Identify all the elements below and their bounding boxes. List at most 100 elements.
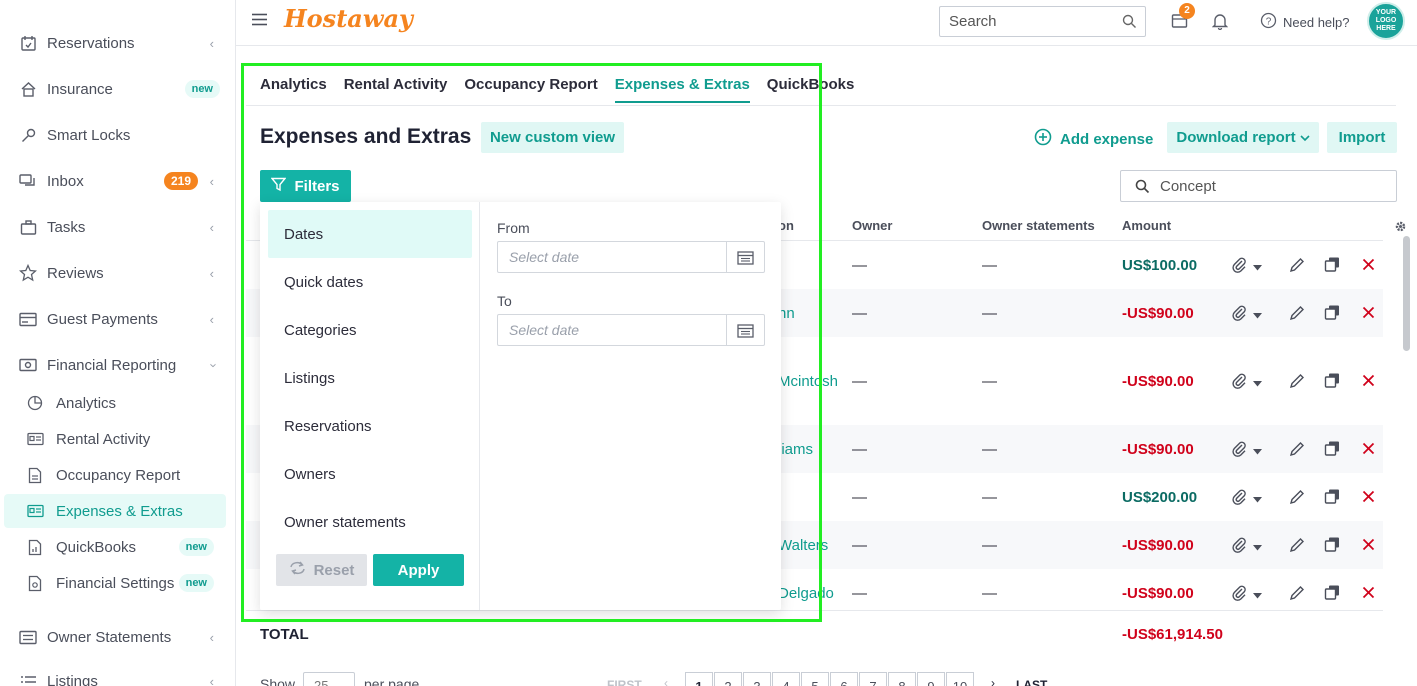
sidebar-sub-rental-activity[interactable]: Rental Activity — [4, 422, 226, 456]
pencil-icon[interactable] — [1289, 537, 1305, 556]
filters-button[interactable]: Filters — [260, 170, 351, 202]
pencil-icon[interactable] — [1289, 373, 1305, 392]
delete-x-icon[interactable] — [1362, 374, 1375, 390]
pencil-icon[interactable] — [1289, 441, 1305, 460]
add-expense-button[interactable]: Add expense — [1034, 128, 1153, 150]
caret-down-icon[interactable] — [1253, 258, 1262, 274]
delete-x-icon[interactable] — [1362, 490, 1375, 506]
help-link[interactable]: ? Need help? — [1260, 12, 1350, 32]
sidebar-item-reservations[interactable]: Reservations ‹ — [0, 20, 236, 66]
tab-expenses-extras[interactable]: Expenses & Extras — [614, 76, 750, 103]
delete-x-icon[interactable] — [1362, 306, 1375, 322]
guest-name-link[interactable]: Delgado — [778, 585, 834, 602]
to-date-input[interactable]: Select date — [497, 314, 765, 346]
sidebar-item-listings[interactable]: Listings ‹ — [0, 658, 236, 686]
sidebar-item-owner-statements[interactable]: Owner Statements ‹ — [0, 614, 236, 660]
prev-page-icon[interactable]: ‹ — [664, 676, 668, 686]
paperclip-icon[interactable] — [1231, 372, 1247, 392]
copy-icon[interactable] — [1324, 256, 1341, 276]
paperclip-icon[interactable] — [1231, 304, 1247, 324]
caret-down-icon[interactable] — [1253, 490, 1262, 506]
tab-quickbooks[interactable]: QuickBooks — [767, 76, 855, 103]
scrollbar-thumb[interactable] — [1403, 236, 1410, 351]
delete-x-icon[interactable] — [1362, 586, 1375, 602]
filter-item-reservations[interactable]: Reservations — [268, 402, 472, 450]
bell-icon[interactable] — [1211, 12, 1229, 33]
sidebar-item-smart-locks[interactable]: Smart Locks — [0, 112, 236, 158]
tab-occupancy-report[interactable]: Occupancy Report — [464, 76, 597, 103]
copy-icon[interactable] — [1324, 584, 1341, 604]
paperclip-icon[interactable] — [1231, 440, 1247, 460]
new-custom-view-button[interactable]: New custom view — [481, 122, 624, 153]
tab-rental-activity[interactable]: Rental Activity — [344, 76, 448, 103]
next-page-icon[interactable]: › — [991, 676, 995, 686]
gear-icon[interactable] — [1394, 220, 1407, 236]
sidebar-item-reviews[interactable]: Reviews ‹ — [0, 250, 236, 296]
import-button[interactable]: Import — [1327, 122, 1397, 153]
pencil-icon[interactable] — [1289, 585, 1305, 604]
page-button[interactable]: 9 — [917, 672, 945, 686]
guest-name-link[interactable]: liams — [778, 441, 813, 458]
sidebar-sub-occupancy-report[interactable]: Occupancy Report — [4, 458, 226, 492]
paperclip-icon[interactable] — [1231, 584, 1247, 604]
avatar[interactable]: YOUR LOGO HERE — [1367, 2, 1405, 40]
copy-icon[interactable] — [1324, 488, 1341, 508]
hamburger-menu-icon[interactable] — [252, 13, 267, 29]
filter-item-owner-statements[interactable]: Owner statements — [268, 498, 472, 546]
tab-analytics[interactable]: Analytics — [260, 76, 327, 103]
guest-name-link[interactable]: Mcintosh — [778, 373, 838, 390]
apply-button[interactable]: Apply — [373, 554, 464, 586]
sidebar-item-inbox[interactable]: Inbox 219 ‹ — [0, 158, 236, 204]
pencil-icon[interactable] — [1289, 257, 1305, 276]
page-button[interactable]: 10 — [946, 672, 974, 686]
caret-down-icon[interactable] — [1253, 442, 1262, 458]
guest-name-link[interactable]: Walters — [778, 537, 828, 554]
from-date-input[interactable]: Select date — [497, 241, 765, 273]
page-button[interactable]: 2 — [714, 672, 742, 686]
copy-icon[interactable] — [1324, 440, 1341, 460]
page-button[interactable]: 5 — [801, 672, 829, 686]
caret-down-icon[interactable] — [1253, 374, 1262, 390]
paperclip-icon[interactable] — [1231, 536, 1247, 556]
page-button[interactable]: 3 — [743, 672, 771, 686]
column-header-owner[interactable]: Owner — [852, 218, 892, 233]
page-button[interactable]: 8 — [888, 672, 916, 686]
page-button[interactable]: 4 — [772, 672, 800, 686]
first-page-button[interactable]: FIRST — [607, 678, 642, 686]
filter-item-categories[interactable]: Categories — [268, 306, 472, 354]
caret-down-icon[interactable] — [1253, 586, 1262, 602]
delete-x-icon[interactable] — [1362, 538, 1375, 554]
sidebar-sub-expenses-extras[interactable]: Expenses & Extras — [4, 494, 226, 528]
paperclip-icon[interactable] — [1231, 488, 1247, 508]
calendar-icon[interactable] — [726, 242, 764, 272]
pencil-icon[interactable] — [1289, 305, 1305, 324]
filter-item-owners[interactable]: Owners — [268, 450, 472, 498]
paperclip-icon[interactable] — [1231, 256, 1247, 276]
copy-icon[interactable] — [1324, 536, 1341, 556]
sidebar-item-financial-reporting[interactable]: Financial Reporting ‹ — [0, 342, 236, 388]
last-page-button[interactable]: LAST — [1016, 678, 1047, 686]
calendar-icon[interactable] — [726, 315, 764, 345]
download-report-button[interactable]: Download report — [1167, 122, 1319, 153]
page-button[interactable]: 1 — [685, 672, 713, 686]
pencil-icon[interactable] — [1289, 489, 1305, 508]
per-page-select[interactable]: 25 — [303, 672, 355, 686]
column-header-amount[interactable]: Amount — [1122, 218, 1171, 233]
sidebar-sub-analytics[interactable]: Analytics — [4, 386, 226, 420]
sidebar-sub-financial-settings[interactable]: Financial Settings new — [4, 566, 226, 600]
filter-item-listings[interactable]: Listings — [268, 354, 472, 402]
copy-icon[interactable] — [1324, 372, 1341, 392]
sidebar-item-insurance[interactable]: Insurance new — [0, 66, 236, 112]
caret-down-icon[interactable] — [1253, 306, 1262, 322]
sidebar-item-guest-payments[interactable]: Guest Payments ‹ — [0, 296, 236, 342]
concept-search-input[interactable]: Concept — [1120, 170, 1397, 202]
reset-button[interactable]: Reset — [276, 554, 367, 586]
filter-item-dates[interactable]: Dates — [268, 210, 472, 258]
delete-x-icon[interactable] — [1362, 258, 1375, 274]
search-input[interactable]: Search — [939, 6, 1146, 37]
sidebar-sub-quickbooks[interactable]: QuickBooks new — [4, 530, 226, 564]
hostaway-logo[interactable]: Hostaway — [284, 4, 413, 33]
sidebar-item-tasks[interactable]: Tasks ‹ — [0, 204, 236, 250]
delete-x-icon[interactable] — [1362, 442, 1375, 458]
column-header-owner-statements[interactable]: Owner statements — [982, 218, 1095, 233]
